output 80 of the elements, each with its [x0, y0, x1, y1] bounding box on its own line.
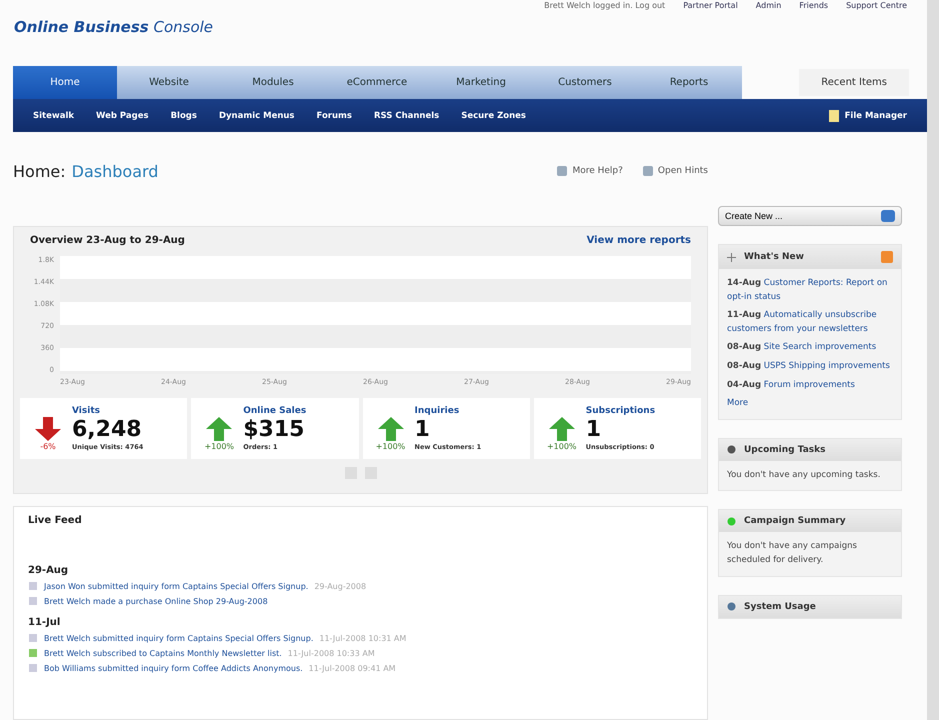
news-item[interactable]: 14-Aug Customer Reports: Report on opt-in status [727, 277, 893, 304]
sub-nav-link[interactable]: RSS Channels [374, 110, 440, 120]
feed-date: 29-Aug [28, 565, 70, 576]
metric-value: 6,248 [72, 416, 143, 442]
panel-icon [727, 602, 736, 612]
metric-value: 1 [586, 416, 602, 442]
nav-tab[interactable]: Reports [637, 66, 741, 99]
folder-icon [828, 110, 839, 122]
logo: Online Business Console [13, 17, 214, 38]
metric-change: -6% [39, 442, 57, 451]
overview-title: Overview 23-Aug to 29-Aug [30, 235, 185, 246]
feed-time: 11-Jul-2008 10:31 AM [319, 634, 406, 642]
top-link[interactable]: Admin [756, 0, 782, 10]
document-icon [28, 663, 38, 673]
create-new-dropdown[interactable]: Create New ... [718, 206, 902, 226]
help-link[interactable]: Open Hints [658, 166, 708, 176]
recent-items-button[interactable]: Recent Items [799, 69, 909, 96]
feed-entry-link[interactable]: Brett Welch submitted inquiry form Captains Special Offers Signup. [44, 634, 314, 642]
metric-change: +100% [546, 442, 578, 451]
panel-title: Upcoming Tasks [744, 444, 826, 455]
nav-tab[interactable]: Home [13, 66, 117, 99]
top-link[interactable]: Friends [799, 0, 828, 10]
top-link[interactable]: Partner Portal [683, 0, 738, 10]
panel-icon [727, 445, 736, 454]
feed-time: 29-Aug-2008 [314, 582, 366, 590]
feed-entry-link[interactable]: Brett Welch made a purchase Online Shop 29-Aug-2008 [44, 596, 268, 606]
metric-value: $315 [243, 416, 306, 442]
nav-tab[interactable]: Customers [533, 66, 637, 99]
metric-value: 1 [414, 416, 431, 442]
nav-tab[interactable]: Marketing [429, 66, 533, 99]
feed-time: 11-Jul-2008 10:33 AM [288, 648, 375, 658]
metric-change: +100% [203, 442, 236, 451]
dropdown-icon [881, 210, 895, 222]
top-link[interactable]: Support Centre [846, 0, 907, 10]
news-item[interactable]: 04-Aug Forum improvements [727, 378, 893, 392]
sub-nav-link[interactable]: Blogs [170, 110, 197, 120]
help-icon [557, 166, 568, 176]
nav-tab[interactable]: eCommerce [325, 66, 429, 99]
down-arrow-icon [34, 416, 62, 442]
document-icon [28, 633, 38, 643]
nav-tab[interactable]: Website [117, 66, 221, 99]
sub-nav-link[interactable]: Dynamic Menus [218, 110, 294, 120]
feed-entry-link[interactable]: Jason Won submitted inquiry form Captains Special Offers Signup. [44, 582, 308, 590]
sub-nav-link[interactable]: Sitewalk [33, 110, 74, 120]
metric-change: +100% [374, 442, 406, 451]
feed-entry-link[interactable]: Brett Welch subscribed to Captains Monthly Newsletter list. [44, 648, 282, 658]
metric-label: Inquiries [414, 406, 460, 416]
panel-title: Campaign Summary [744, 516, 846, 526]
nav-tab[interactable]: Modules [221, 66, 325, 99]
news-item[interactable]: 11-Aug Automatically unsubscribe customers from your newsletters [727, 309, 893, 336]
help-link[interactable]: More Help? [572, 166, 623, 176]
help-icon [642, 166, 653, 176]
feed-time: 11-Jul-2008 09:41 AM [308, 664, 396, 672]
metric-label: Visits [72, 406, 101, 416]
news-item[interactable]: 08-Aug USPS Shipping improvements [727, 360, 893, 374]
live-feed-title: Live Feed [28, 515, 83, 526]
panel-title: What's New [744, 252, 804, 262]
metric-label: Online Sales [243, 406, 308, 416]
panel-icon [727, 516, 736, 526]
feed-entry-link[interactable]: Bob Williams submitted inquiry form Coffee Addicts Anonymous. [44, 664, 303, 672]
news-item[interactable]: 08-Aug Site Search improvements [727, 341, 893, 355]
panel-message: You don't have any campaigns scheduled for delivery. [727, 540, 858, 567]
page-title: Dashboard [72, 162, 158, 180]
sub-nav-link[interactable]: Forums [316, 110, 352, 120]
panel-message: You don't have any upcoming tasks. [727, 468, 882, 482]
sub-nav-link[interactable]: Web Pages [96, 110, 149, 120]
login-status: Brett Welch logged in. Log out [544, 0, 666, 10]
file-manager-link[interactable]: File Manager [844, 110, 907, 120]
view-reports-link[interactable]: View more reports [586, 235, 691, 246]
page-section: Home: [13, 162, 66, 180]
panel-title: System Usage [744, 602, 816, 612]
up-arrow-icon [205, 416, 234, 442]
more-link[interactable]: More [727, 397, 893, 411]
up-arrow-icon [548, 416, 576, 442]
newsletter-icon [28, 648, 38, 658]
metric-label: Subscriptions [586, 406, 656, 416]
up-arrow-icon [376, 416, 404, 442]
feed-date: 11-Jul [28, 617, 62, 628]
rss-icon[interactable] [881, 251, 893, 263]
sub-nav-link[interactable]: Secure Zones [461, 110, 526, 120]
